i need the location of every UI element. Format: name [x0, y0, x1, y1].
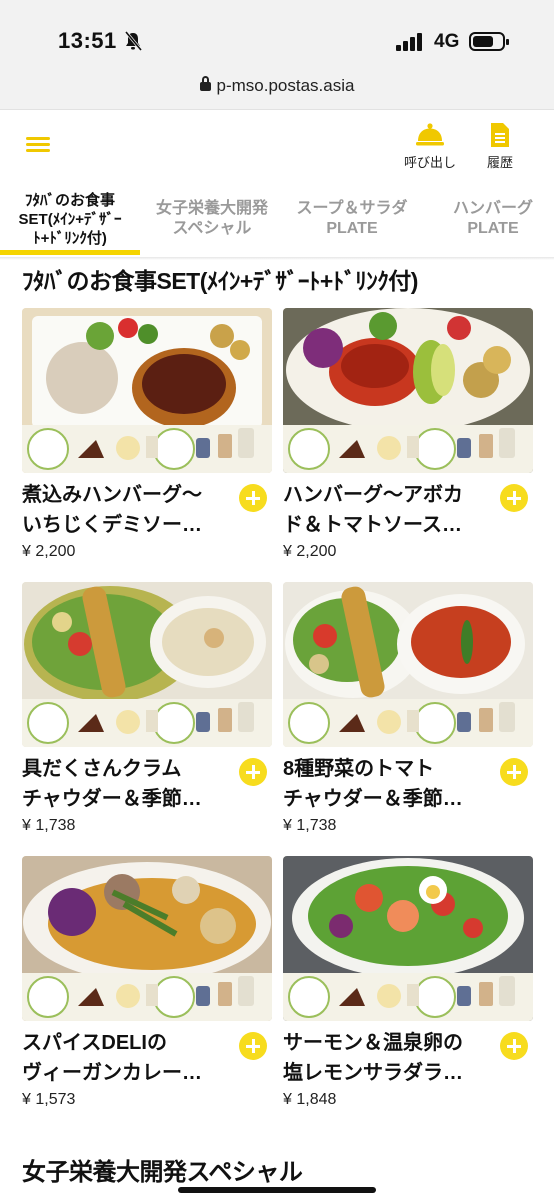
status-bar: 13:51 4G p-mso.postas.asia — [0, 0, 554, 110]
product-price: ¥ 2,200 — [283, 543, 337, 560]
tab-set-meal[interactable]: ﾌﾀﾊﾞのお食事 SET(ﾒｲﾝ+ﾃﾞｻﾞｰ ﾄ+ﾄﾞﾘﾝｸ付) — [0, 180, 140, 258]
product-card[interactable]: 煮込みハンバーグ～ いちじくデミソー… ¥ 2,200 — [22, 308, 272, 560]
product-name: サーモン＆温泉卵の 塩レモンサラダラ… — [283, 1032, 463, 1084]
product-name: 煮込みハンバーグ～ いちじくデミソー… — [22, 484, 202, 536]
tab-nutrition-special[interactable]: 女子栄養大開発 スペシャル — [140, 180, 284, 258]
product-photo — [283, 856, 533, 1021]
product-card[interactable]: ハンバーグ～アボカ ド＆トマトソース… ¥ 2,200 — [283, 308, 533, 560]
add-to-cart-button[interactable] — [239, 758, 267, 786]
history-button[interactable]: 履歴 — [487, 122, 513, 171]
url-text: p-mso.postas.asia — [216, 76, 355, 95]
history-label: 履歴 — [487, 155, 514, 170]
network-type: 4G — [434, 31, 460, 52]
add-to-cart-button[interactable] — [239, 1032, 267, 1060]
battery-icon — [469, 32, 509, 51]
product-price: ¥ 1,738 — [22, 817, 76, 834]
signal-icon — [396, 33, 426, 51]
section-title-set-meal: ﾌﾀﾊﾞのお食事SET(ﾒｲﾝ+ﾃﾞｻﾞｰﾄ+ﾄﾞﾘﾝｸ付) — [22, 268, 418, 294]
product-card[interactable]: 具だくさんクラム チャウダー＆季節… ¥ 1,738 — [22, 582, 272, 834]
category-tabs: ﾌﾀﾊﾞのお食事 SET(ﾒｲﾝ+ﾃﾞｻﾞｰ ﾄ+ﾄﾞﾘﾝｸ付) 女子栄養大開発 スペ… — [0, 180, 554, 258]
call-label: 呼び出し — [404, 155, 457, 170]
product-price: ¥ 1,848 — [283, 1091, 337, 1108]
add-to-cart-button[interactable] — [500, 758, 528, 786]
product-price: ¥ 1,573 — [22, 1091, 76, 1108]
add-to-cart-button[interactable] — [500, 484, 528, 512]
product-price: ¥ 1,738 — [283, 817, 337, 834]
bell-muted-icon — [124, 31, 142, 51]
history-document-icon — [491, 123, 509, 147]
product-photo — [22, 856, 272, 1021]
product-name: ハンバーグ～アボカ ド＆トマトソース… — [283, 484, 463, 536]
product-photo — [283, 308, 533, 473]
tabs-divider — [0, 257, 554, 260]
product-card[interactable]: 8種野菜のトマト チャウダー＆季節… ¥ 1,738 — [283, 582, 533, 834]
status-time: 13:51 — [58, 28, 117, 53]
active-tab-indicator — [0, 250, 140, 255]
hamburger-menu-icon[interactable] — [26, 137, 50, 153]
add-to-cart-button[interactable] — [500, 1032, 528, 1060]
tab-soup-salad[interactable]: スープ＆サラダ PLATE — [284, 180, 420, 258]
address-bar[interactable]: p-mso.postas.asia — [0, 76, 554, 96]
product-name: 具だくさんクラム チャウダー＆季節… — [22, 758, 202, 810]
product-card[interactable]: サーモン＆温泉卵の 塩レモンサラダラ… ¥ 1,848 — [283, 856, 533, 1108]
home-indicator[interactable] — [178, 1187, 376, 1193]
product-photo — [22, 308, 272, 473]
product-card[interactable]: スパイスDELIの ヴィーガンカレー… ¥ 1,573 — [22, 856, 272, 1108]
product-name: スパイスDELIの ヴィーガンカレー… — [22, 1032, 202, 1084]
call-staff-button[interactable]: 呼び出し — [404, 122, 456, 171]
product-price: ¥ 2,200 — [22, 543, 76, 560]
product-photo — [283, 582, 533, 747]
section-title-nutrition-special: 女子栄養大開発スペシャル — [22, 1159, 303, 1186]
bell-call-icon — [416, 123, 444, 146]
product-name: 8種野菜のトマト チャウダー＆季節… — [283, 758, 463, 810]
add-to-cart-button[interactable] — [239, 484, 267, 512]
product-photo — [22, 582, 272, 747]
lock-icon — [199, 76, 211, 91]
tab-hamburg[interactable]: ハンバーグ PLATE — [420, 180, 554, 258]
